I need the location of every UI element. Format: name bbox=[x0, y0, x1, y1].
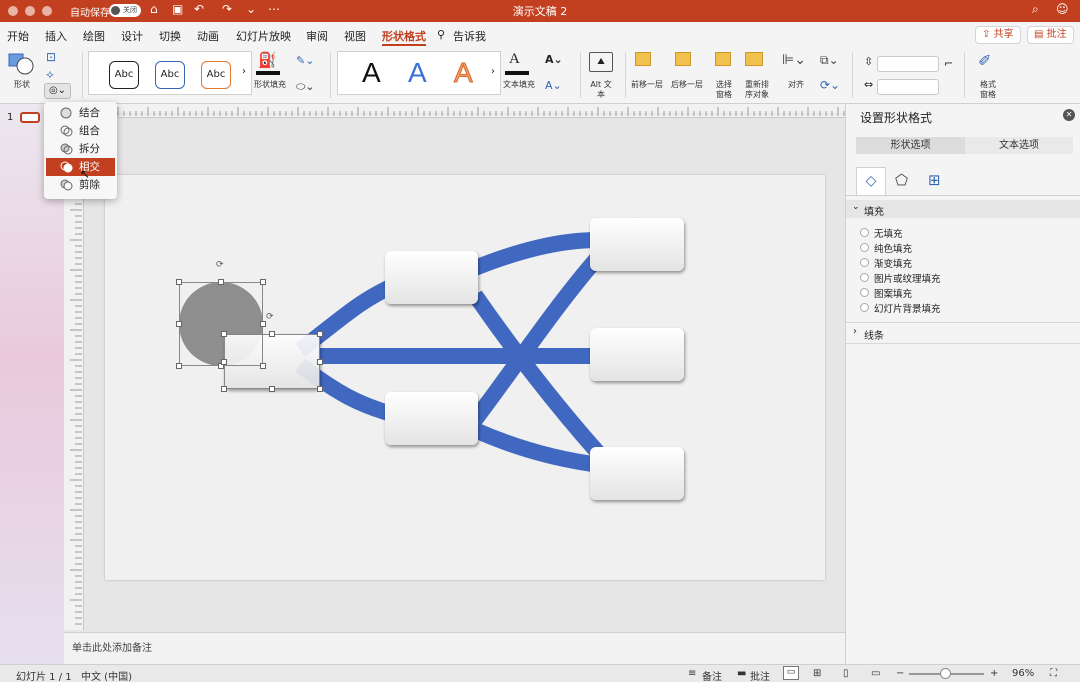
line-section-header[interactable]: › 线条 bbox=[846, 324, 1080, 342]
size-properties-icon[interactable]: ⊞ bbox=[928, 171, 941, 189]
union-icon bbox=[60, 107, 72, 119]
notes-pane[interactable]: 单击此处添加备注 bbox=[64, 632, 845, 664]
tab-text-options[interactable]: 文本选项 bbox=[965, 137, 1073, 154]
radio-gradient-fill[interactable] bbox=[860, 258, 869, 267]
rectangle-selection-outline bbox=[224, 334, 320, 389]
menu-item-combine[interactable]: 组合 bbox=[46, 122, 115, 140]
option-background-fill: 幻灯片背景填充 bbox=[874, 304, 941, 315]
zoom-slider-thumb[interactable] bbox=[940, 668, 951, 679]
chevron-down-icon: ⌄ bbox=[852, 202, 860, 212]
menu-item-label: 拆分 bbox=[79, 143, 100, 155]
resize-handle[interactable] bbox=[221, 359, 227, 365]
radio-pattern-fill[interactable] bbox=[860, 288, 869, 297]
effects-pentagon-icon[interactable]: ⬠ bbox=[895, 171, 908, 189]
resize-handle[interactable] bbox=[218, 279, 224, 285]
language-indicator[interactable]: 中文 (中国) bbox=[81, 668, 132, 682]
normal-view-icon[interactable]: ▭ bbox=[783, 666, 799, 680]
menu-item-label: 结合 bbox=[79, 107, 100, 119]
box-top[interactable] bbox=[385, 251, 478, 304]
resize-handle[interactable] bbox=[221, 331, 227, 337]
menu-item-label: 组合 bbox=[79, 125, 100, 137]
menu-item-fragment[interactable]: 拆分 bbox=[46, 140, 115, 158]
fragment-icon bbox=[60, 143, 73, 155]
chevron-right-icon: › bbox=[853, 326, 857, 337]
menu-item-union[interactable]: 结合 bbox=[46, 104, 115, 122]
resize-handle[interactable] bbox=[176, 279, 182, 285]
fill-section-header[interactable]: ⌄ 填充 bbox=[846, 200, 1080, 218]
fit-to-window-icon[interactable]: ⛶ bbox=[1050, 668, 1057, 679]
subtract-icon bbox=[60, 179, 73, 191]
zoom-out-icon[interactable]: − bbox=[896, 668, 904, 679]
pane-divider bbox=[846, 195, 1080, 196]
box-bottom-right[interactable] bbox=[590, 447, 684, 500]
fill-section-label: 填充 bbox=[864, 207, 884, 218]
tab-shape-options[interactable]: 形状选项 bbox=[856, 137, 965, 154]
option-pattern-fill: 图案填充 bbox=[874, 289, 913, 300]
merge-shapes-menu: 结合 组合 拆分 相交 剪除 bbox=[44, 102, 117, 199]
resize-handle[interactable] bbox=[260, 363, 266, 369]
line-section-label: 线条 bbox=[864, 331, 884, 342]
option-gradient-fill: 渐变填充 bbox=[874, 259, 913, 270]
slide-counter: 幻灯片 1 / 1 bbox=[16, 672, 72, 682]
resize-handle[interactable] bbox=[269, 386, 275, 392]
connector-top-to-top-right[interactable] bbox=[472, 232, 599, 276]
format-shape-pane: 设置形状格式 ✕ 形状选项 文本选项 ◇ ⬠ ⊞ ⌄ 填充 无填充 纯色填充 渐… bbox=[845, 104, 1080, 664]
comments-toggle-label[interactable]: 批注 bbox=[750, 668, 770, 682]
mouse-cursor-icon: ↖ bbox=[80, 167, 91, 181]
radio-solid-fill[interactable] bbox=[860, 243, 869, 252]
resize-handle[interactable] bbox=[317, 386, 323, 392]
slideshow-icon[interactable]: ▭ bbox=[871, 668, 880, 679]
status-bar: 幻灯片 1 / 1 中文 (中国) ≡ 备注 ▬ 批注 ▭ ⊞ ▯ ▭ − + … bbox=[0, 664, 1080, 682]
format-pane-title: 设置形状格式 bbox=[860, 111, 933, 125]
radio-picture-fill[interactable] bbox=[860, 273, 869, 282]
intersect-icon bbox=[60, 161, 73, 173]
box-bottom[interactable] bbox=[385, 392, 478, 445]
resize-handle[interactable] bbox=[176, 363, 182, 369]
zoom-level[interactable]: 96% bbox=[1012, 668, 1034, 679]
resize-handle[interactable] bbox=[317, 359, 323, 365]
notes-toggle-label[interactable]: 备注 bbox=[702, 668, 722, 682]
pane-divider bbox=[846, 322, 1080, 323]
connector-bottom-to-top-right[interactable] bbox=[468, 249, 606, 425]
zoom-in-icon[interactable]: + bbox=[990, 668, 998, 679]
pane-divider bbox=[846, 343, 1080, 344]
radio-background-fill[interactable] bbox=[860, 303, 869, 312]
box-top-right[interactable] bbox=[590, 218, 684, 271]
option-no-fill: 无填充 bbox=[874, 229, 903, 240]
comments-toggle-icon[interactable]: ▬ bbox=[737, 668, 746, 679]
resize-handle[interactable] bbox=[221, 386, 227, 392]
notes-toggle-icon[interactable]: ≡ bbox=[688, 668, 696, 679]
close-pane-icon[interactable]: ✕ bbox=[1063, 109, 1075, 121]
resize-handle[interactable] bbox=[260, 279, 266, 285]
radio-no-fill[interactable] bbox=[860, 228, 869, 237]
resize-handle[interactable] bbox=[260, 321, 266, 327]
combine-icon bbox=[60, 125, 73, 137]
option-solid-fill: 纯色填充 bbox=[874, 244, 913, 255]
fill-line-icon[interactable]: ◇ bbox=[856, 167, 886, 195]
reading-view-icon[interactable]: ▯ bbox=[843, 668, 849, 679]
circle-rotate-handle-icon[interactable]: ⟳ bbox=[216, 260, 224, 270]
slide-sorter-icon[interactable]: ⊞ bbox=[813, 668, 821, 679]
option-picture-fill: 图片或纹理填充 bbox=[874, 274, 941, 285]
resize-handle[interactable] bbox=[317, 331, 323, 337]
box-middle-right[interactable] bbox=[590, 328, 684, 381]
resize-handle[interactable] bbox=[176, 321, 182, 327]
notes-placeholder: 单击此处添加备注 bbox=[72, 643, 152, 654]
rectangle-rotate-handle-icon[interactable]: ⟳ bbox=[266, 312, 274, 322]
resize-handle[interactable] bbox=[269, 331, 275, 337]
